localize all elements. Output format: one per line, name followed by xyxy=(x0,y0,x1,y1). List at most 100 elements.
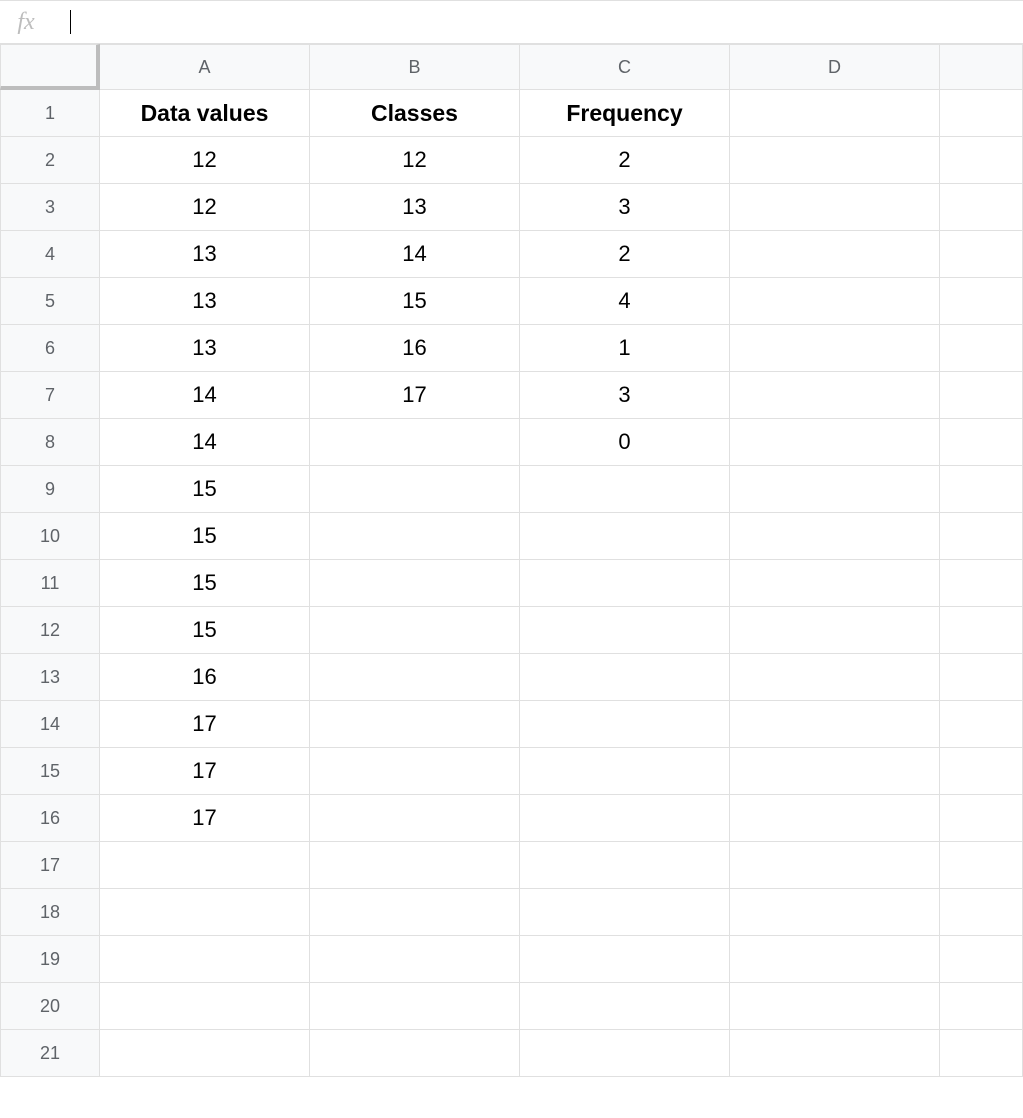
cell-A9[interactable]: 15 xyxy=(100,466,310,513)
cell-E13[interactable] xyxy=(940,654,1023,701)
cell-A5[interactable]: 13 xyxy=(100,278,310,325)
row-header-19[interactable]: 19 xyxy=(0,936,100,983)
cell-D13[interactable] xyxy=(730,654,940,701)
row-header-13[interactable]: 13 xyxy=(0,654,100,701)
cell-B12[interactable] xyxy=(310,607,520,654)
row-header-6[interactable]: 6 xyxy=(0,325,100,372)
cell-E17[interactable] xyxy=(940,842,1023,889)
cell-A8[interactable]: 14 xyxy=(100,419,310,466)
cell-B8[interactable] xyxy=(310,419,520,466)
row-header-8[interactable]: 8 xyxy=(0,419,100,466)
col-header-E[interactable] xyxy=(940,44,1023,90)
row-header-4[interactable]: 4 xyxy=(0,231,100,278)
cell-C1[interactable]: Frequency xyxy=(520,90,730,137)
cell-C16[interactable] xyxy=(520,795,730,842)
cell-A20[interactable] xyxy=(100,983,310,1030)
cell-D17[interactable] xyxy=(730,842,940,889)
cell-A21[interactable] xyxy=(100,1030,310,1077)
cell-B5[interactable]: 15 xyxy=(310,278,520,325)
cell-D6[interactable] xyxy=(730,325,940,372)
row-header-3[interactable]: 3 xyxy=(0,184,100,231)
row-header-17[interactable]: 17 xyxy=(0,842,100,889)
cell-E16[interactable] xyxy=(940,795,1023,842)
cell-C9[interactable] xyxy=(520,466,730,513)
cell-A13[interactable]: 16 xyxy=(100,654,310,701)
cell-C18[interactable] xyxy=(520,889,730,936)
cell-E20[interactable] xyxy=(940,983,1023,1030)
cell-D1[interactable] xyxy=(730,90,940,137)
row-header-5[interactable]: 5 xyxy=(0,278,100,325)
cell-A19[interactable] xyxy=(100,936,310,983)
cell-B6[interactable]: 16 xyxy=(310,325,520,372)
cell-B4[interactable]: 14 xyxy=(310,231,520,278)
cell-E3[interactable] xyxy=(940,184,1023,231)
cell-E5[interactable] xyxy=(940,278,1023,325)
cell-E12[interactable] xyxy=(940,607,1023,654)
cell-B1[interactable]: Classes xyxy=(310,90,520,137)
cell-C15[interactable] xyxy=(520,748,730,795)
cell-E15[interactable] xyxy=(940,748,1023,795)
cell-A10[interactable]: 15 xyxy=(100,513,310,560)
cell-E9[interactable] xyxy=(940,466,1023,513)
cell-C21[interactable] xyxy=(520,1030,730,1077)
cell-A3[interactable]: 12 xyxy=(100,184,310,231)
cell-E1[interactable] xyxy=(940,90,1023,137)
cell-D14[interactable] xyxy=(730,701,940,748)
cell-C7[interactable]: 3 xyxy=(520,372,730,419)
cell-A11[interactable]: 15 xyxy=(100,560,310,607)
cell-A4[interactable]: 13 xyxy=(100,231,310,278)
row-header-1[interactable]: 1 xyxy=(0,90,100,137)
cell-C11[interactable] xyxy=(520,560,730,607)
row-header-14[interactable]: 14 xyxy=(0,701,100,748)
row-header-15[interactable]: 15 xyxy=(0,748,100,795)
cell-B19[interactable] xyxy=(310,936,520,983)
cell-B14[interactable] xyxy=(310,701,520,748)
cell-C6[interactable]: 1 xyxy=(520,325,730,372)
cell-C8[interactable]: 0 xyxy=(520,419,730,466)
cell-E6[interactable] xyxy=(940,325,1023,372)
cell-D3[interactable] xyxy=(730,184,940,231)
cell-C10[interactable] xyxy=(520,513,730,560)
row-header-16[interactable]: 16 xyxy=(0,795,100,842)
cell-A16[interactable]: 17 xyxy=(100,795,310,842)
cell-B15[interactable] xyxy=(310,748,520,795)
cell-A6[interactable]: 13 xyxy=(100,325,310,372)
cell-B17[interactable] xyxy=(310,842,520,889)
cell-E8[interactable] xyxy=(940,419,1023,466)
cell-C19[interactable] xyxy=(520,936,730,983)
cell-D7[interactable] xyxy=(730,372,940,419)
col-header-C[interactable]: C xyxy=(520,44,730,90)
cell-B20[interactable] xyxy=(310,983,520,1030)
cell-B21[interactable] xyxy=(310,1030,520,1077)
col-header-A[interactable]: A xyxy=(100,44,310,90)
cell-A12[interactable]: 15 xyxy=(100,607,310,654)
cell-B18[interactable] xyxy=(310,889,520,936)
cell-B3[interactable]: 13 xyxy=(310,184,520,231)
row-header-2[interactable]: 2 xyxy=(0,137,100,184)
cell-A14[interactable]: 17 xyxy=(100,701,310,748)
cell-A1[interactable]: Data values xyxy=(100,90,310,137)
cell-B2[interactable]: 12 xyxy=(310,137,520,184)
cell-D15[interactable] xyxy=(730,748,940,795)
cell-C4[interactable]: 2 xyxy=(520,231,730,278)
cell-D19[interactable] xyxy=(730,936,940,983)
cell-D11[interactable] xyxy=(730,560,940,607)
cell-C5[interactable]: 4 xyxy=(520,278,730,325)
col-header-D[interactable]: D xyxy=(730,44,940,90)
cell-C12[interactable] xyxy=(520,607,730,654)
row-header-18[interactable]: 18 xyxy=(0,889,100,936)
cell-E2[interactable] xyxy=(940,137,1023,184)
cell-A15[interactable]: 17 xyxy=(100,748,310,795)
cell-E10[interactable] xyxy=(940,513,1023,560)
cell-C3[interactable]: 3 xyxy=(520,184,730,231)
cell-E4[interactable] xyxy=(940,231,1023,278)
cell-A2[interactable]: 12 xyxy=(100,137,310,184)
select-all-corner[interactable] xyxy=(0,44,100,90)
cell-D18[interactable] xyxy=(730,889,940,936)
cell-E11[interactable] xyxy=(940,560,1023,607)
cell-B9[interactable] xyxy=(310,466,520,513)
row-header-20[interactable]: 20 xyxy=(0,983,100,1030)
cell-D2[interactable] xyxy=(730,137,940,184)
cell-A7[interactable]: 14 xyxy=(100,372,310,419)
cell-E14[interactable] xyxy=(940,701,1023,748)
